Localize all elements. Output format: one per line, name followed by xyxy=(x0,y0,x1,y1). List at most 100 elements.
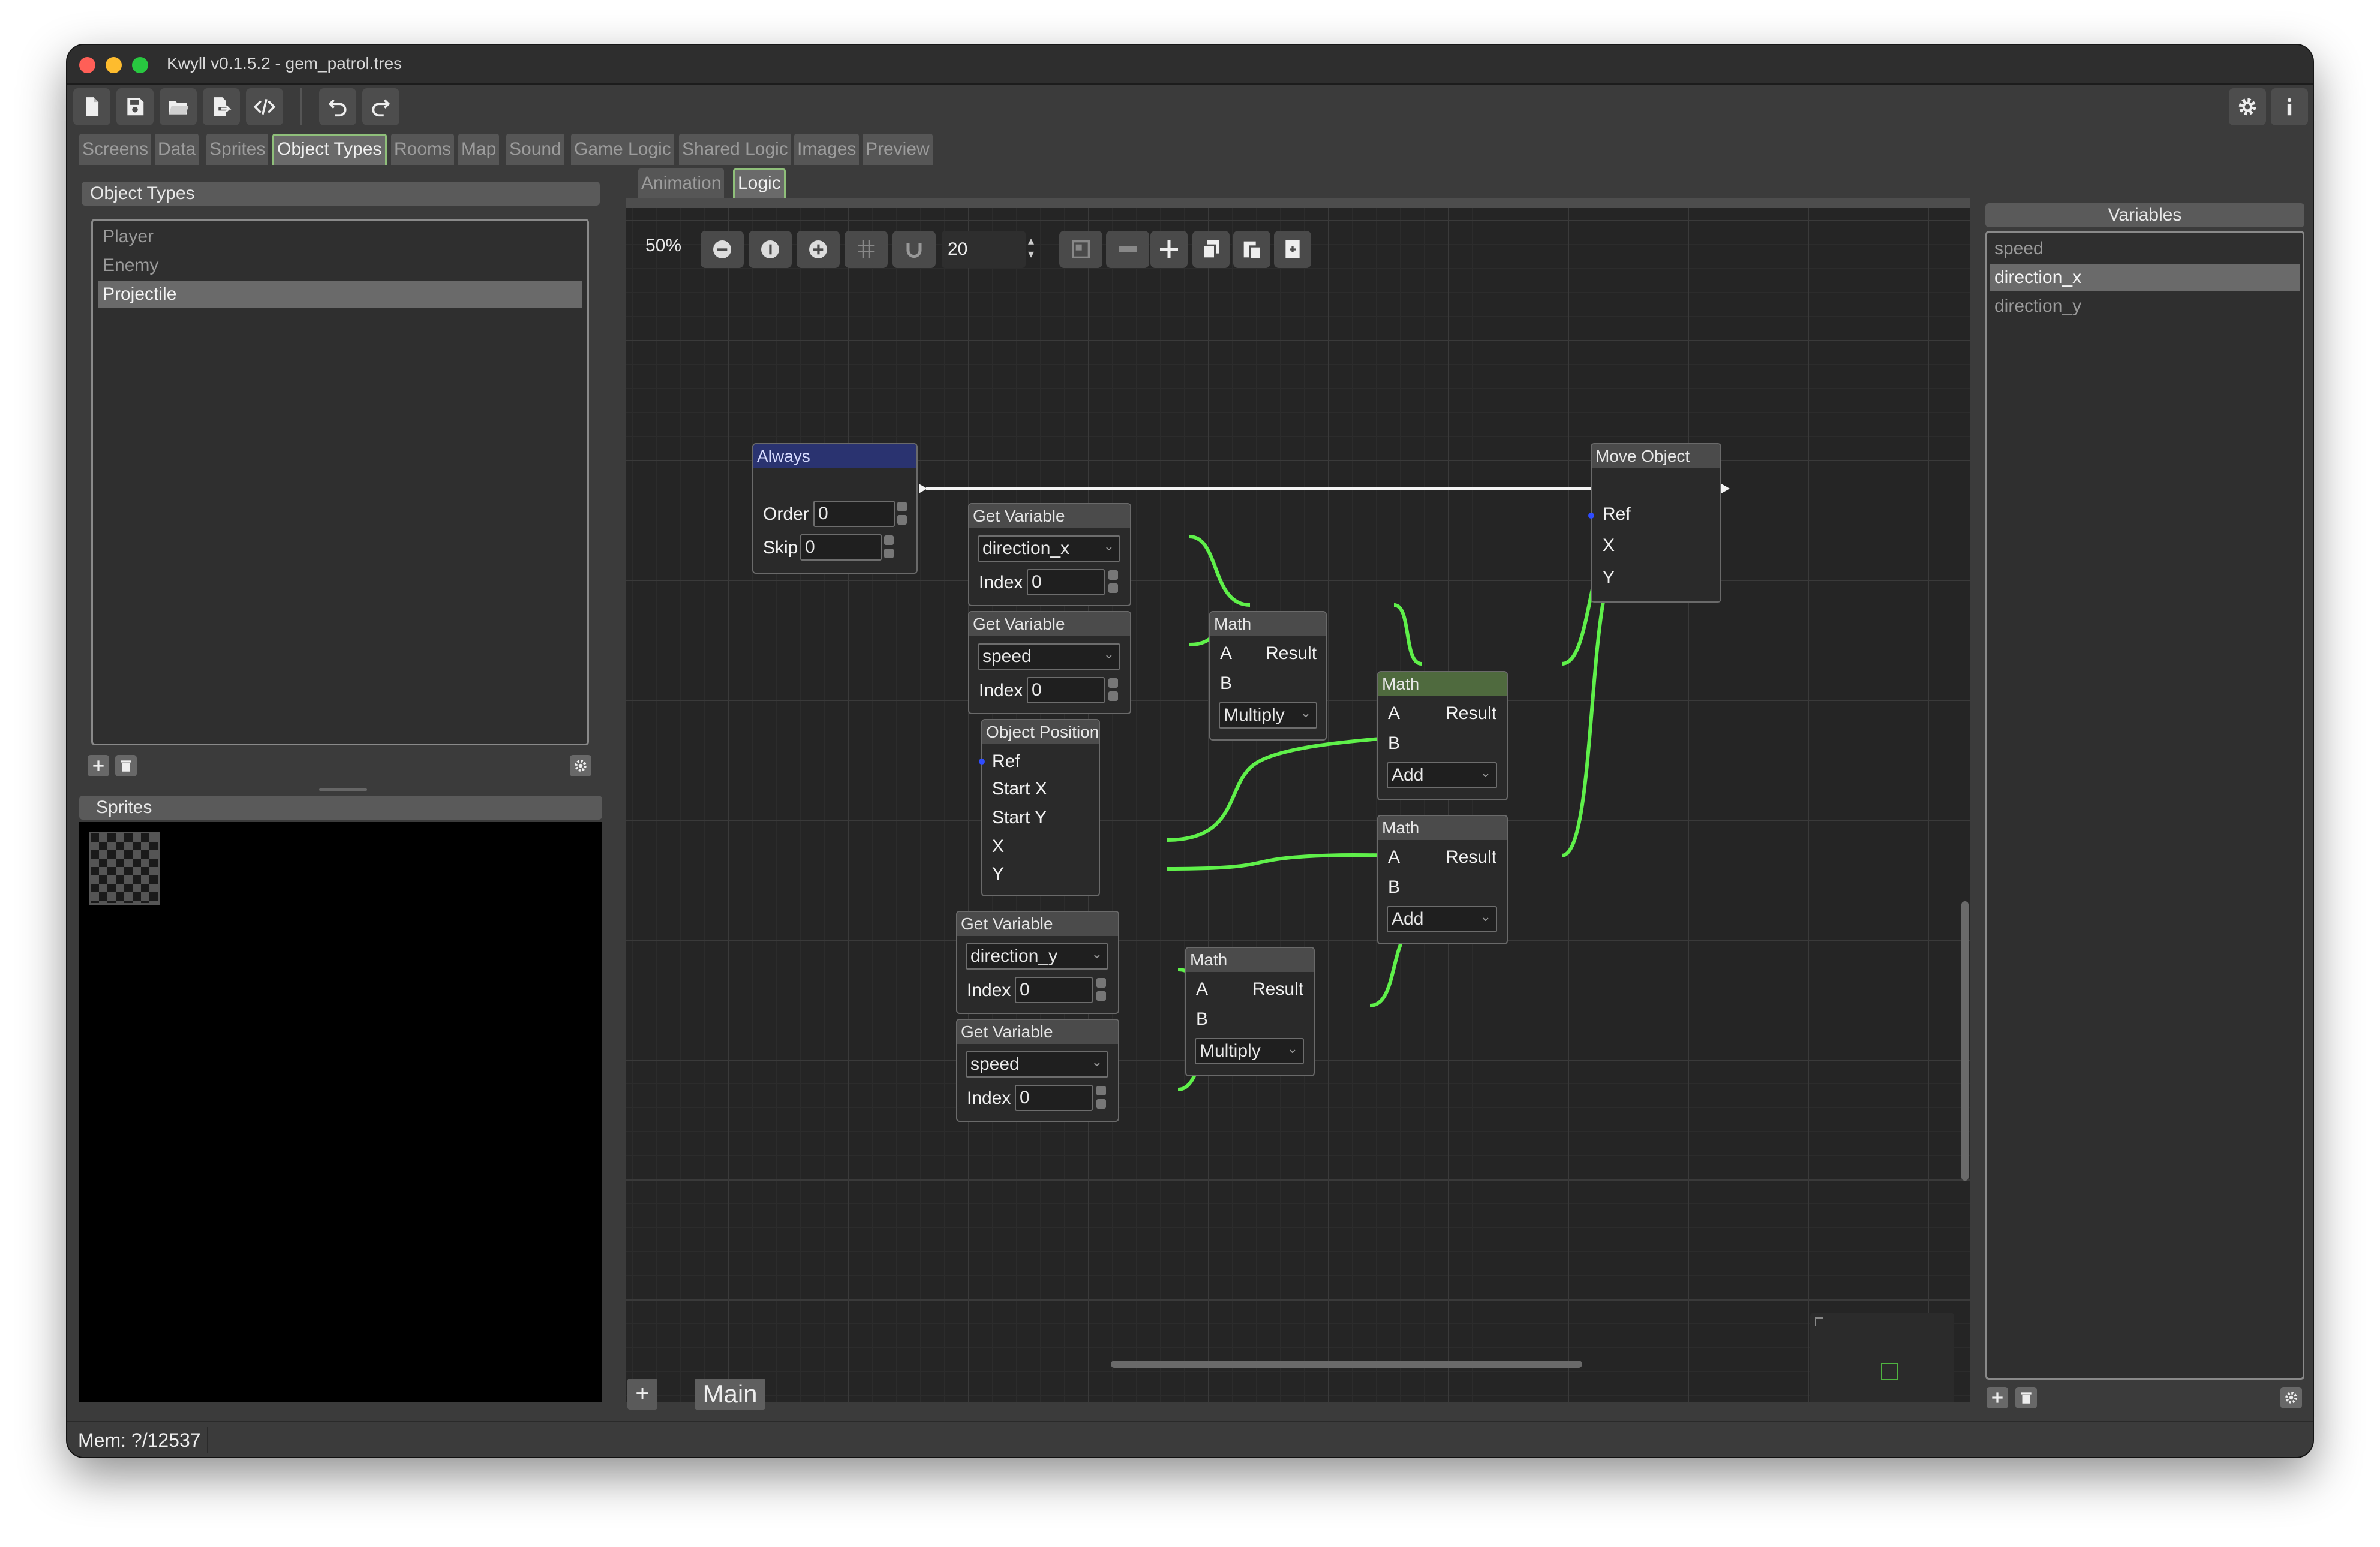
tab-game-logic[interactable]: Game Logic xyxy=(571,134,674,165)
tab-main-graph[interactable]: Main xyxy=(695,1379,765,1410)
tab-logic[interactable]: Logic xyxy=(733,168,786,198)
index-input[interactable]: 0 xyxy=(1015,977,1093,1003)
gear-icon xyxy=(575,760,587,772)
sprites-panel[interactable] xyxy=(79,822,602,1402)
variable-dropdown[interactable]: speed xyxy=(978,642,1120,670)
list-item[interactable]: Player xyxy=(98,223,582,251)
ref-input-port: Ref xyxy=(1603,504,1631,524)
code-icon xyxy=(253,98,276,115)
index-spinner[interactable] xyxy=(1108,678,1119,705)
delete-variable-button[interactable] xyxy=(2015,1387,2037,1408)
skip-spinner[interactable] xyxy=(884,535,895,562)
graph-minimap[interactable] xyxy=(1810,1313,1954,1402)
variable-dropdown[interactable]: speed xyxy=(966,1050,1108,1078)
add-object-type-button[interactable] xyxy=(88,755,109,776)
tab-sprites[interactable]: Sprites xyxy=(206,134,269,165)
tab-object-types[interactable]: Object Types xyxy=(272,134,387,165)
object-type-settings-button[interactable] xyxy=(570,755,591,776)
index-input[interactable]: 0 xyxy=(1027,677,1105,703)
delete-object-type-button[interactable] xyxy=(115,755,137,776)
skip-input[interactable]: 0 xyxy=(800,534,882,561)
tab-animation[interactable]: Animation xyxy=(638,168,725,198)
sprite-thumbnail[interactable] xyxy=(89,832,160,905)
minimap-resize-handle[interactable] xyxy=(1815,1317,1823,1326)
graph-editor[interactable]: 50% 20 ▴ ▾ Always Order 0 Skip 0 Move Ob… xyxy=(626,208,1970,1402)
b-input-port: B xyxy=(1388,733,1401,753)
code-button[interactable] xyxy=(246,88,283,125)
split-handle[interactable] xyxy=(319,788,367,791)
index-spinner[interactable] xyxy=(1096,978,1107,1004)
order-input[interactable]: 0 xyxy=(813,501,895,527)
list-item[interactable]: direction_y xyxy=(1990,293,2300,320)
tab-rooms[interactable]: Rooms xyxy=(391,134,455,165)
result-output-port: Result xyxy=(1252,979,1304,999)
zoom-window-button[interactable] xyxy=(132,57,148,73)
tab-preview[interactable]: Preview xyxy=(863,134,933,165)
tab-data[interactable]: Data xyxy=(155,134,199,165)
ref-port[interactable] xyxy=(1588,513,1594,519)
node-math[interactable]: Math A B Result Add xyxy=(1377,815,1508,944)
close-window-button[interactable] xyxy=(79,57,95,73)
node-get-variable[interactable]: Get Variable speed Index 0 xyxy=(956,1019,1119,1122)
vertical-scrollbar[interactable] xyxy=(1961,901,1969,1181)
node-math[interactable]: Math A B Result Add xyxy=(1377,671,1508,800)
info-button[interactable] xyxy=(2271,88,2308,125)
settings-button[interactable] xyxy=(2229,88,2266,125)
node-math[interactable]: Math A B Result Multiply xyxy=(1185,947,1315,1076)
save-button[interactable] xyxy=(116,88,154,125)
a-input-port: A xyxy=(1196,979,1209,999)
status-bar: Mem: ?/12537 xyxy=(67,1421,2313,1457)
list-item[interactable]: Enemy xyxy=(98,252,582,279)
add-variable-button[interactable] xyxy=(1987,1387,2008,1408)
minimap-viewport[interactable] xyxy=(1881,1363,1898,1380)
variable-dropdown[interactable]: direction_y xyxy=(966,942,1108,970)
variable-dropdown[interactable]: direction_x xyxy=(978,534,1120,562)
ref-port[interactable] xyxy=(979,759,985,765)
node-get-variable[interactable]: Get Variable speed Index 0 xyxy=(968,611,1131,714)
undo-button[interactable] xyxy=(319,88,356,125)
index-input[interactable]: 0 xyxy=(1027,569,1105,595)
list-item[interactable]: speed xyxy=(1990,235,2300,263)
variables-list[interactable]: speed direction_x direction_y xyxy=(1985,231,2304,1380)
a-input-port: A xyxy=(1388,703,1401,723)
a-input-port: A xyxy=(1220,643,1233,663)
operation-dropdown[interactable]: Multiply xyxy=(1195,1037,1304,1064)
node-title: Get Variable xyxy=(969,612,1130,636)
tab-images[interactable]: Images xyxy=(794,134,860,165)
open-folder-button[interactable] xyxy=(160,88,197,125)
variable-settings-button[interactable] xyxy=(2280,1387,2302,1408)
node-title: Move Object xyxy=(1592,444,1720,468)
node-always[interactable]: Always Order 0 Skip 0 xyxy=(752,443,918,574)
index-spinner[interactable] xyxy=(1108,570,1119,597)
export-button[interactable] xyxy=(203,88,240,125)
tab-map[interactable]: Map xyxy=(458,134,500,165)
order-spinner[interactable] xyxy=(897,502,908,528)
node-get-variable[interactable]: Get Variable direction_y Index 0 xyxy=(956,911,1119,1014)
tab-screens[interactable]: Screens xyxy=(79,134,152,165)
operation-dropdown[interactable]: Add xyxy=(1387,761,1497,788)
tab-sound[interactable]: Sound xyxy=(506,134,564,165)
add-graph-button[interactable]: + xyxy=(627,1379,657,1410)
minimize-window-button[interactable] xyxy=(106,57,122,73)
plus-icon xyxy=(1992,1392,2003,1403)
redo-button[interactable] xyxy=(362,88,399,125)
export-icon xyxy=(214,97,232,116)
index-input[interactable]: 0 xyxy=(1015,1085,1093,1111)
window-title: Kwyll v0.1.5.2 - gem_patrol.tres xyxy=(167,54,402,73)
horizontal-scrollbar[interactable] xyxy=(1111,1361,1582,1368)
node-move-object[interactable]: Move Object Ref X Y xyxy=(1588,443,1721,603)
index-spinner[interactable] xyxy=(1096,1086,1107,1112)
node-math[interactable]: Math A B Result Multiply xyxy=(1209,611,1327,741)
index-label: Index xyxy=(979,681,1023,700)
object-types-list[interactable]: Player Enemy Projectile xyxy=(91,219,589,745)
node-title: Get Variable xyxy=(957,1020,1118,1044)
node-title: Math xyxy=(1378,672,1507,696)
new-file-button[interactable] xyxy=(73,88,110,125)
list-item[interactable]: Projectile xyxy=(98,281,582,308)
node-get-variable[interactable]: Get Variable direction_x Index 0 xyxy=(968,503,1131,606)
tab-shared-logic[interactable]: Shared Logic xyxy=(679,134,791,165)
operation-dropdown[interactable]: Add xyxy=(1387,905,1497,932)
operation-dropdown[interactable]: Multiply xyxy=(1219,701,1317,729)
list-item[interactable]: direction_x xyxy=(1990,264,2300,291)
node-object-position[interactable]: Object Position Ref Start X Start Y X Y xyxy=(979,719,1100,896)
